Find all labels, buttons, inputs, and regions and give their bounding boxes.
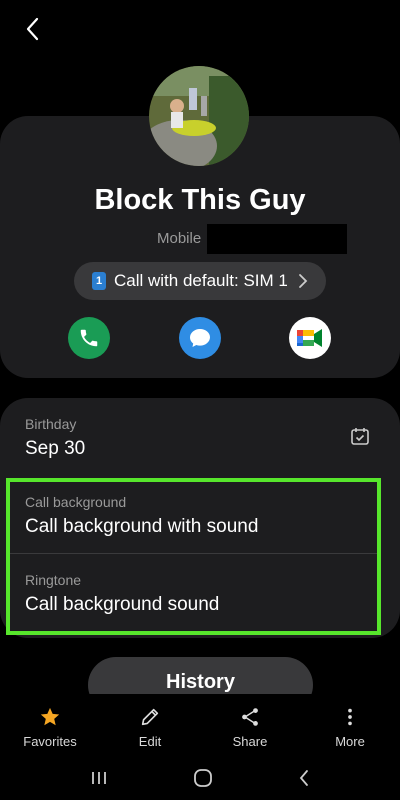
contact-avatar[interactable] <box>149 66 249 166</box>
redacted-number <box>207 224 347 254</box>
chevron-left-icon <box>26 17 39 41</box>
highlight-box <box>6 478 381 635</box>
system-nav-bar <box>0 760 400 800</box>
recent-apps-icon[interactable] <box>90 770 108 791</box>
share-icon <box>242 708 258 726</box>
bottom-action-bar: Favorites Edit Share More <box>0 694 400 754</box>
birthday-value: Sep 30 <box>25 438 86 459</box>
mobile-label: Mobile <box>157 230 202 247</box>
meet-icon <box>297 329 322 347</box>
back-button[interactable] <box>18 14 48 44</box>
home-icon[interactable] <box>193 768 213 793</box>
mobile-row: Mobile <box>157 224 347 254</box>
calendar-icon[interactable] <box>350 426 370 446</box>
video-call-button[interactable] <box>289 317 331 359</box>
favorites-button[interactable]: Favorites <box>0 694 100 754</box>
chevron-right-icon <box>298 273 308 289</box>
star-icon <box>40 707 60 726</box>
pencil-icon <box>141 708 159 726</box>
share-button[interactable]: Share <box>200 694 300 754</box>
birthday-label: Birthday <box>25 416 77 432</box>
message-button[interactable] <box>179 317 221 359</box>
edit-label: Edit <box>138 734 162 749</box>
call-default-label: Call with default: SIM 1 <box>114 271 288 290</box>
call-default-sim-button[interactable]: 1 Call with default: SIM 1 <box>74 262 326 300</box>
phone-icon <box>80 329 98 347</box>
nav-back-icon[interactable] <box>298 769 310 792</box>
favorites-label: Favorites <box>23 734 77 749</box>
call-button[interactable] <box>68 317 110 359</box>
share-label: Share <box>232 734 268 749</box>
edit-button[interactable]: Edit <box>100 694 200 754</box>
contact-name: Block This Guy <box>94 184 306 216</box>
more-label: More <box>335 734 365 749</box>
chat-bubble-icon <box>190 329 210 347</box>
more-vertical-icon <box>348 708 352 726</box>
more-button[interactable]: More <box>300 694 400 754</box>
sim-badge: 1 <box>92 272 106 290</box>
